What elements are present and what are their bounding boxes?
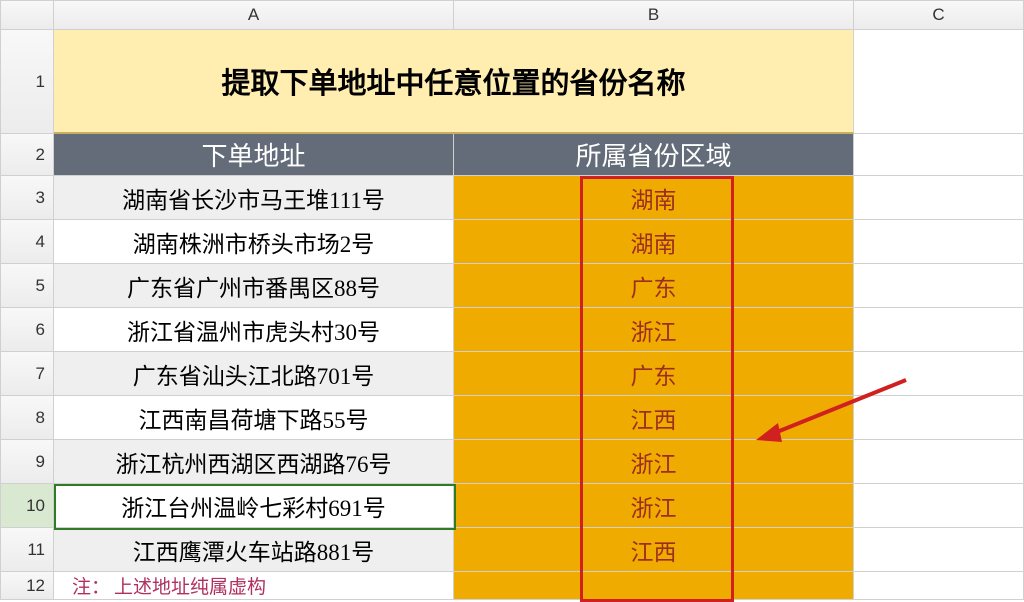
prov-value: 广东: [631, 269, 677, 303]
cell-B11[interactable]: 江西: [454, 528, 854, 572]
cell-A6[interactable]: 浙江省温州市虎头村30号: [54, 308, 454, 352]
cell-A7[interactable]: 广东省汕头江北路701号: [54, 352, 454, 396]
prov-value: 江西: [631, 533, 677, 567]
cell-B3[interactable]: 湖南: [454, 176, 854, 220]
row-head-9[interactable]: 9: [0, 440, 54, 484]
row-head-10[interactable]: 10: [0, 484, 54, 528]
row-head-8[interactable]: 8: [0, 396, 54, 440]
cell-B9[interactable]: 浙江: [454, 440, 854, 484]
cell-C9[interactable]: [854, 440, 1024, 484]
cell-A10[interactable]: 浙江台州温岭七彩村691号: [54, 484, 454, 528]
cell-B7[interactable]: 广东: [454, 352, 854, 396]
cell-C6[interactable]: [854, 308, 1024, 352]
prov-value: 湖南: [631, 225, 677, 259]
header-prov[interactable]: 所属省份区域: [454, 134, 854, 176]
cell-C2[interactable]: [854, 134, 1024, 176]
cell-C8[interactable]: [854, 396, 1024, 440]
cell-A8[interactable]: 江西南昌荷塘下路55号: [54, 396, 454, 440]
cell-B5[interactable]: 广东: [454, 264, 854, 308]
cell-C10[interactable]: [854, 484, 1024, 528]
cell-B12[interactable]: [454, 572, 854, 600]
cell-A11[interactable]: 江西鹰潭火车站路881号: [54, 528, 454, 572]
row-head-3[interactable]: 3: [0, 176, 54, 220]
cell-B8[interactable]: 江西: [454, 396, 854, 440]
cell-A9[interactable]: 浙江杭州西湖区西湖路76号: [54, 440, 454, 484]
cell-C1[interactable]: [854, 30, 1024, 134]
row-head-6[interactable]: 6: [0, 308, 54, 352]
spreadsheet-grid[interactable]: A B C 1 提取下单地址中任意位置的省份名称 2 下单地址 所属省份区域 3…: [0, 0, 1024, 600]
cell-C5[interactable]: [854, 264, 1024, 308]
row-head-12[interactable]: 12: [0, 572, 54, 600]
col-head-C[interactable]: C: [854, 0, 1024, 30]
row-head-5[interactable]: 5: [0, 264, 54, 308]
prov-value: 浙江: [631, 489, 677, 523]
cell-B10[interactable]: 浙江: [454, 484, 854, 528]
prov-value: 广东: [631, 357, 677, 391]
prov-value: 浙江: [631, 313, 677, 347]
row-head-7[interactable]: 7: [0, 352, 54, 396]
row-head-4[interactable]: 4: [0, 220, 54, 264]
header-addr[interactable]: 下单地址: [54, 134, 454, 176]
note-text: 上述地址纯属虚构: [114, 572, 266, 599]
cell-B6[interactable]: 浙江: [454, 308, 854, 352]
cell-C7[interactable]: [854, 352, 1024, 396]
prov-value: 江西: [631, 401, 677, 435]
note-prefix: 注：: [72, 572, 110, 599]
cell-A5[interactable]: 广东省广州市番禺区88号: [54, 264, 454, 308]
cell-C4[interactable]: [854, 220, 1024, 264]
row-head-11[interactable]: 11: [0, 528, 54, 572]
cell-C3[interactable]: [854, 176, 1024, 220]
cell-A3[interactable]: 湖南省长沙市马王堆111号: [54, 176, 454, 220]
cell-A4[interactable]: 湖南株洲市桥头市场2号: [54, 220, 454, 264]
row-head-1[interactable]: 1: [0, 30, 54, 134]
cell-C12[interactable]: [854, 572, 1024, 600]
merged-title-cell[interactable]: 提取下单地址中任意位置的省份名称: [54, 30, 854, 134]
prov-value: 浙江: [631, 445, 677, 479]
prov-value: 湖南: [631, 181, 677, 215]
col-head-A[interactable]: A: [54, 0, 454, 30]
cell-B4[interactable]: 湖南: [454, 220, 854, 264]
row-head-2[interactable]: 2: [0, 134, 54, 176]
cell-C11[interactable]: [854, 528, 1024, 572]
select-all-corner[interactable]: [0, 0, 54, 30]
col-head-B[interactable]: B: [454, 0, 854, 30]
cell-A12-note[interactable]: 注： 上述地址纯属虚构: [54, 572, 454, 600]
